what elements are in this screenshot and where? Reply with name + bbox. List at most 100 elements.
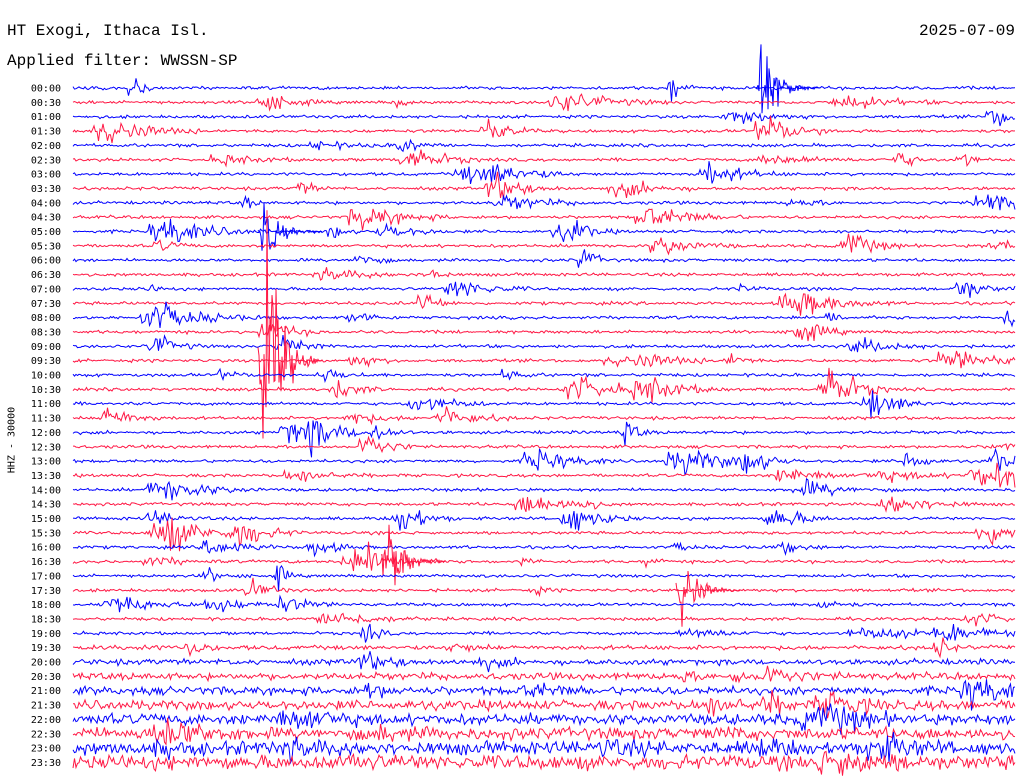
row-label-1930: 19:30 [31,643,61,654]
row-label-0200: 02:00 [31,141,61,152]
trace-0000 [72,78,1016,102]
trace-0900 [72,334,1016,353]
row-label-1900: 19:00 [31,629,61,640]
helicorder-plot: 00:00 00:30 01:00 01:30 02:00 02:30 03:00 03:30… [31,44,1016,776]
trace-1230 [73,435,1016,454]
row-label-1730: 17:30 [31,586,61,597]
row-label-2100: 21:00 [31,686,61,697]
helicorder-canvas: 00:00 00:30 01:00 01:30 02:00 02:30 03:00 03:30… [0,0,1024,780]
row-label-0930: 09:30 [31,356,61,367]
trace-0430 [72,208,1016,231]
row-label-2130: 21:30 [31,701,61,712]
row-label-0900: 09:00 [31,342,61,353]
row-label-1830: 18:30 [31,614,61,625]
row-label-1500: 15:00 [31,514,61,525]
row-label-0400: 04:00 [31,198,61,209]
row-label-1100: 11:00 [31,399,61,410]
row-label-0600: 06:00 [31,256,61,267]
row-label-0100: 01:00 [31,112,61,123]
row-label-1400: 14:00 [31,485,61,496]
trace-2000 [72,651,1016,673]
trace-2130 [73,689,1016,719]
row-label-0530: 05:30 [31,241,61,252]
row-label-0230: 02:30 [31,155,61,166]
trace-0030 [72,93,1016,112]
trace-1300 [72,447,1016,476]
row-label-1530: 15:30 [31,528,61,539]
tick-label-group: 00:00 00:30 01:00 01:30 02:00 02:30 03:00 03:30… [31,84,61,769]
station-title: HT Exogi, Ithaca Isl. [7,22,209,40]
row-label-2230: 22:30 [31,729,61,740]
trace-1430 [72,496,1016,513]
trace-0800 [72,301,1016,328]
trace-1900 [72,623,1016,643]
trace-1630 [72,541,1016,572]
trace-1400 [72,477,1016,501]
row-label-2300: 23:00 [31,744,61,755]
trace-group [72,44,1016,776]
trace-1700 [72,564,1016,592]
row-label-1430: 14:30 [31,500,61,511]
trace-1530 [72,517,1016,552]
trace-1030 [72,367,1016,403]
row-label-1030: 10:30 [31,385,61,396]
trace-0200 [72,138,1016,153]
trace-1330 [72,462,1016,488]
row-label-1200: 12:00 [31,428,61,439]
trace-0730 [72,292,1016,316]
row-label-0300: 03:00 [31,170,61,181]
trace-0930 [72,350,1016,369]
row-label-1130: 11:30 [31,414,61,425]
trace-0830 [72,323,1016,342]
row-label-0700: 07:00 [31,284,61,295]
row-label-1330: 13:30 [31,471,61,482]
row-label-0000: 00:00 [31,84,61,95]
row-label-0730: 07:30 [31,299,61,310]
trace-2300 [72,731,1016,765]
row-label-0130: 01:30 [31,127,61,138]
row-label-0830: 08:30 [31,327,61,338]
row-label-2200: 22:00 [31,715,61,726]
trace-0630 [72,267,1016,281]
row-label-1700: 17:00 [31,571,61,582]
y-axis-label-text: HHZ - 30000 [6,406,18,474]
trace-0530 [72,233,1016,256]
trace-1100 [72,390,1016,418]
row-label-1600: 16:00 [31,543,61,554]
record-date: 2025-07-09 [918,22,1015,40]
row-label-1800: 18:00 [31,600,61,611]
trace-0230 [72,149,1016,168]
row-label-1230: 12:30 [31,442,61,453]
trace-0300 [72,161,1016,185]
row-label-0030: 00:30 [31,98,61,109]
trace-2330 [72,750,1016,776]
trace-0600 [72,249,1016,268]
filter-label: Applied filter: WWSSN-SP [7,52,238,70]
trace-0500 [72,219,1016,243]
trace-1000 [72,367,1016,383]
trace-2030 [72,665,1016,684]
row-label-0330: 03:30 [31,184,61,195]
trace-0100 [72,110,1016,127]
y-axis-label: HHZ - 30000 [2,380,22,500]
row-label-1630: 16:30 [31,557,61,568]
trace-1200 [72,420,1016,458]
row-label-0500: 05:00 [31,227,61,238]
trace-0130 [72,115,1016,144]
row-label-1300: 13:00 [31,457,61,468]
trace-1500 [72,510,1016,531]
row-label-2330: 23:30 [31,758,61,769]
row-label-0430: 04:30 [31,213,61,224]
trace-1600 [72,540,1016,558]
trace-1930 [72,637,1016,659]
trace-1800 [72,594,1016,613]
row-label-2030: 20:30 [31,672,61,683]
row-label-0800: 08:00 [31,313,61,324]
trace-0400 [72,194,1016,211]
row-label-0630: 06:30 [31,270,61,281]
row-label-2000: 20:00 [31,658,61,669]
trace-0700 [72,281,1016,298]
trace-0330 [72,171,1016,200]
row-label-1000: 10:00 [31,371,61,382]
trace-1830 [72,612,1016,627]
